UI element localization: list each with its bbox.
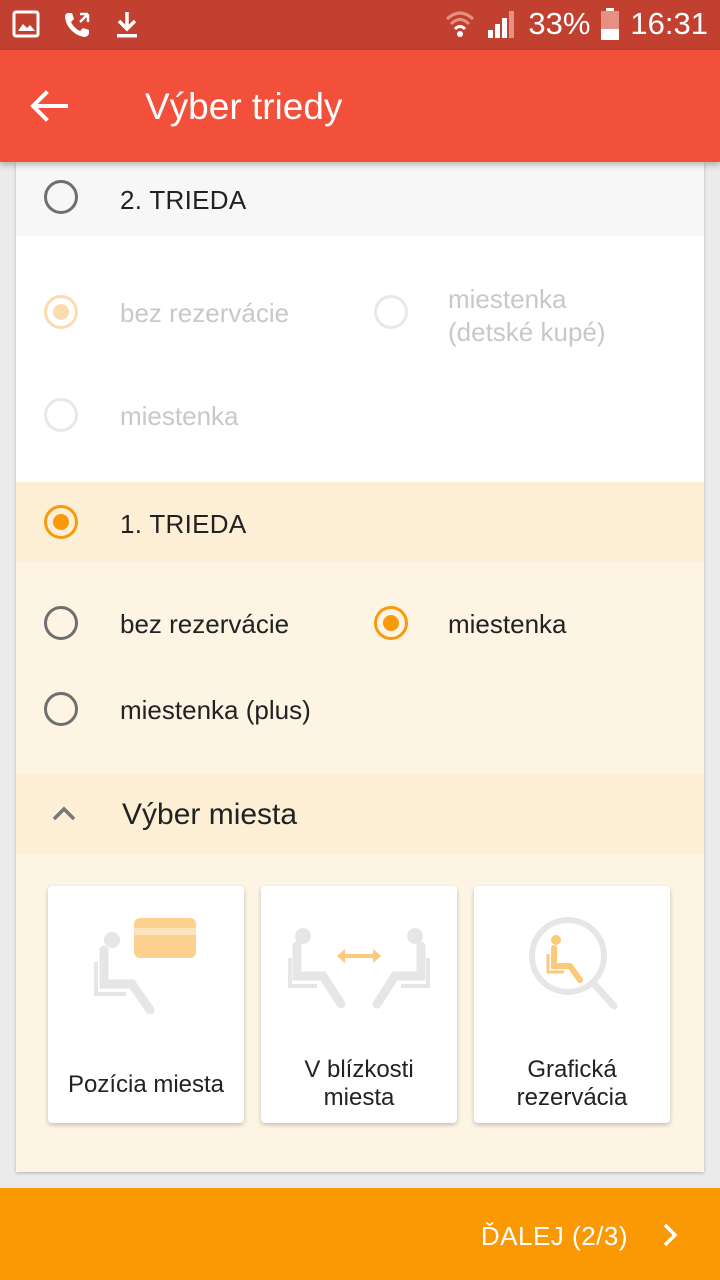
graphic-reservation-label-line2: rezervácia — [516, 1084, 628, 1111]
chevron-up-icon[interactable] — [50, 800, 78, 828]
class-2-label: 2. TRIEDA — [120, 185, 247, 215]
class-2-child-compartment-label-line1: miestenka — [448, 284, 567, 314]
gallery-notification-icon — [12, 10, 40, 38]
status-bar: 33% 16:31 — [0, 0, 720, 50]
near-seat-icon — [288, 928, 430, 1009]
graphic-reservation-tile[interactable]: Grafická rezervácia — [474, 886, 670, 1123]
missed-call-icon — [65, 12, 90, 37]
near-seat-label-line1: V blízkosti — [304, 1056, 414, 1083]
class-2-no-reservation-label: bez rezervácie — [120, 298, 290, 328]
class-2-options: bez rezervácie miestenka (detské kupé) m… — [16, 236, 704, 482]
battery-icon — [601, 8, 620, 40]
next-button-label: ĎALEJ (2/3) — [480, 1221, 628, 1251]
page-title: Výber triedy — [145, 86, 343, 127]
class-1-seat-ticket-label[interactable]: miestenka — [448, 609, 567, 640]
class-2-child-compartment-label-line2: (detské kupé) — [448, 317, 606, 347]
back-button[interactable] — [22, 78, 78, 134]
wifi-icon — [446, 11, 475, 37]
class-selection-card: 2. TRIEDA bez rezervácie miestenka (dets… — [16, 162, 704, 1172]
seat-position-icon — [94, 918, 196, 1014]
class-2-seat-ticket-radio — [44, 398, 78, 432]
battery-percent: 33% — [528, 6, 591, 41]
seat-choice-title: Výber miesta — [122, 798, 298, 831]
class-2-radio[interactable] — [44, 180, 78, 214]
seat-choice-header[interactable]: Výber miesta — [16, 774, 704, 854]
class-2-no-reservation-radio — [44, 295, 78, 329]
chevron-right-icon — [663, 1223, 678, 1247]
near-seat-tile[interactable]: V blízkosti miesta — [261, 886, 457, 1123]
bottom-bar: ĎALEJ (2/3) — [0, 1188, 720, 1280]
graphic-reservation-icon — [529, 917, 618, 1010]
class-1-seat-ticket-plus-label[interactable]: miestenka (plus) — [120, 695, 311, 726]
class-1-label: 1. TRIEDA — [120, 509, 247, 539]
near-seat-label-line2: miesta — [323, 1084, 395, 1111]
clock: 16:31 — [630, 6, 708, 41]
class-1-seat-ticket-radio[interactable] — [374, 606, 408, 640]
seat-position-label: Pozícia miesta — [67, 1071, 225, 1098]
class-2-child-compartment-radio — [374, 295, 408, 329]
signal-icon — [488, 11, 515, 38]
next-button[interactable]: ĎALEJ (2/3) — [420, 1188, 720, 1280]
class-2-header[interactable]: 2. TRIEDA — [16, 162, 704, 236]
graphic-reservation-label-line1: Grafická — [527, 1056, 617, 1083]
class-1-no-reservation-label[interactable]: bez rezervácie — [120, 609, 289, 640]
download-icon — [117, 12, 137, 38]
class-1-radio[interactable] — [44, 505, 78, 539]
class-2-seat-ticket-label: miestenka — [120, 401, 239, 431]
class-1-no-reservation-radio[interactable] — [44, 606, 78, 640]
class-1-options: bez rezervácie miestenka miestenka (plus… — [16, 562, 704, 774]
arrow-back-icon — [30, 90, 68, 122]
app-bar: Výber triedy — [0, 50, 720, 162]
class-1-seat-ticket-plus-radio[interactable] — [44, 692, 78, 726]
seat-position-tile[interactable]: Pozícia miesta — [48, 886, 244, 1123]
class-1-header[interactable]: 1. TRIEDA — [16, 482, 704, 562]
